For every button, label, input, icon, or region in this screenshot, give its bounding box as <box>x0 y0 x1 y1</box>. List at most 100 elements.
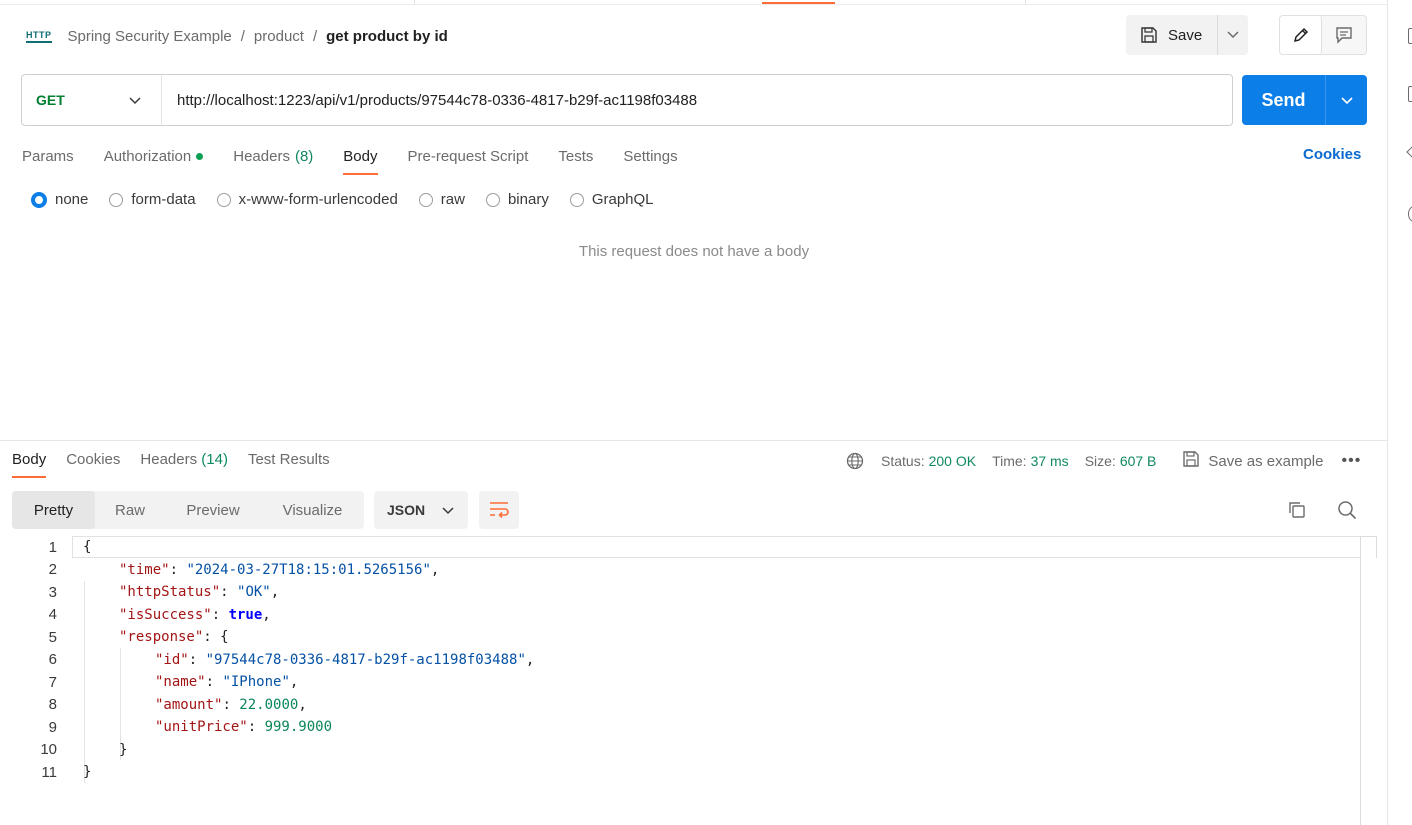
code-line: 5 "response": { <box>0 626 229 649</box>
save-button-group: Save <box>1126 15 1248 55</box>
code-token: , <box>289 674 299 691</box>
method-select[interactable]: GET <box>22 75 162 125</box>
time-value[interactable]: 37 ms <box>1031 453 1069 469</box>
size-label: Size: <box>1084 453 1116 469</box>
globe-icon[interactable] <box>846 452 864 470</box>
search-button[interactable] <box>1335 499 1359 523</box>
line-number: 9 <box>48 718 57 736</box>
tab-authorization[interactable]: Authorization <box>104 145 204 175</box>
docs-icon[interactable] <box>1408 28 1412 44</box>
save-button[interactable]: Save <box>1126 15 1218 55</box>
request-tabs: Params Authorization Headers (8) Body Pre… <box>22 145 708 175</box>
radio-graphql[interactable]: GraphQL <box>569 191 654 208</box>
code-token: "97544c78-0336-4817-b29f-ac1198f03488" <box>205 651 526 668</box>
wrap-lines-button[interactable] <box>479 491 519 529</box>
tab-tests[interactable]: Tests <box>558 145 593 175</box>
request-name[interactable]: get product by id <box>326 28 448 45</box>
tab-label: Cookies <box>66 451 121 468</box>
response-view-selector: Pretty Raw Preview Visualize <box>12 491 364 529</box>
save-icon <box>1182 450 1200 472</box>
radio-label: binary <box>507 191 549 208</box>
code-line: 11} <box>0 761 91 784</box>
radio-label: form-data <box>131 191 196 208</box>
code-line: 8 "amount": 22.0000, <box>0 694 307 717</box>
format-label: JSON <box>387 502 426 518</box>
code-text: } <box>119 742 127 758</box>
radio-x-www-form-urlencoded[interactable]: x-www-form-urlencoded <box>216 191 398 208</box>
scrollbar-track[interactable] <box>1360 556 1361 825</box>
send-button[interactable]: Send <box>1242 75 1326 125</box>
code-token: : <box>169 561 187 578</box>
response-tab-body[interactable]: Body <box>12 451 47 478</box>
breadcrumb-folder[interactable]: product <box>254 28 304 45</box>
chevron-down-icon <box>1227 31 1239 39</box>
radio-label: none <box>55 191 89 208</box>
tab-settings[interactable]: Settings <box>623 145 677 175</box>
code-token: , <box>262 606 271 623</box>
code-text: } <box>83 764 91 780</box>
url-input[interactable] <box>162 75 1232 125</box>
code-token: : <box>247 719 265 736</box>
code-token: 22.0000 <box>239 696 299 713</box>
radio-icon <box>485 192 500 207</box>
code-token: "isSuccess" <box>119 606 212 623</box>
code-token: "amount" <box>155 696 223 713</box>
save-dropdown[interactable] <box>1218 15 1248 55</box>
cookies-link[interactable]: Cookies <box>1303 146 1361 163</box>
tab-body[interactable]: Body <box>343 145 378 175</box>
edit-button[interactable] <box>1280 16 1322 54</box>
current-line-highlight <box>72 536 1360 558</box>
active-indicator-dot <box>196 152 204 160</box>
view-visualize[interactable]: Visualize <box>261 491 364 529</box>
tab-pre-request-script[interactable]: Pre-request Script <box>408 145 529 175</box>
view-raw[interactable]: Raw <box>95 491 165 529</box>
code-icon[interactable] <box>1406 146 1412 158</box>
chevron-down-icon <box>442 502 454 518</box>
response-tab-cookies[interactable]: Cookies <box>66 451 120 478</box>
line-number: 11 <box>41 763 57 781</box>
view-pretty[interactable]: Pretty <box>12 491 95 529</box>
code-token: , <box>525 651 535 668</box>
code-text: "isSuccess": true, <box>119 607 271 623</box>
chevron-down-icon <box>1340 92 1353 108</box>
tab-label: Params <box>22 147 74 165</box>
radio-form-data[interactable]: form-data <box>109 191 196 208</box>
tab-params[interactable]: Params <box>22 145 74 175</box>
response-tab-test-results[interactable]: Test Results <box>248 451 330 478</box>
send-dropdown[interactable] <box>1326 75 1367 125</box>
active-tab-indicator <box>762 2 835 4</box>
radio-label: x-www-form-urlencoded <box>238 191 398 208</box>
tab-headers[interactable]: Headers (8) <box>233 145 313 175</box>
format-select[interactable]: JSON <box>374 491 468 529</box>
pane-divider[interactable] <box>0 440 1387 441</box>
code-token: 999.9000 <box>264 719 333 736</box>
line-number: 1 <box>48 538 57 556</box>
code-text: "time": "2024-03-27T18:15:01.5265156", <box>119 562 439 578</box>
status-label: Status: <box>881 453 925 469</box>
response-body-editor[interactable]: 1{2 "time": "2024-03-27T18:15:01.5265156"… <box>0 536 1377 825</box>
radio-binary[interactable]: binary <box>485 191 549 208</box>
save-as-example-label: Save as example <box>1208 452 1324 470</box>
copy-button[interactable] <box>1285 499 1309 523</box>
size-value[interactable]: 607 B <box>1120 453 1157 469</box>
save-as-example-button[interactable]: Save as example <box>1182 450 1323 472</box>
response-tab-headers[interactable]: Headers (14) <box>140 451 228 478</box>
status-value[interactable]: 200 OK <box>929 453 976 469</box>
scrollbar-track <box>1360 536 1377 558</box>
more-options-icon[interactable]: ••• <box>1341 452 1361 470</box>
view-preview[interactable]: Preview <box>165 491 261 529</box>
history-icon[interactable] <box>1408 206 1412 222</box>
info-icon[interactable] <box>1408 86 1412 102</box>
code-text: "httpStatus": "OK", <box>119 584 279 600</box>
radio-icon <box>569 192 584 207</box>
indent-guide <box>84 581 85 783</box>
comments-button[interactable] <box>1322 16 1366 54</box>
radio-none[interactable]: none <box>31 191 88 208</box>
radio-selected-icon <box>31 191 47 208</box>
tab-count: (14) <box>201 451 228 468</box>
breadcrumb-separator: / <box>312 27 318 45</box>
code-text: "name": "IPhone", <box>155 674 298 690</box>
line-number: 6 <box>48 651 57 669</box>
breadcrumb-collection[interactable]: Spring Security Example <box>68 28 232 45</box>
radio-raw[interactable]: raw <box>418 191 465 208</box>
